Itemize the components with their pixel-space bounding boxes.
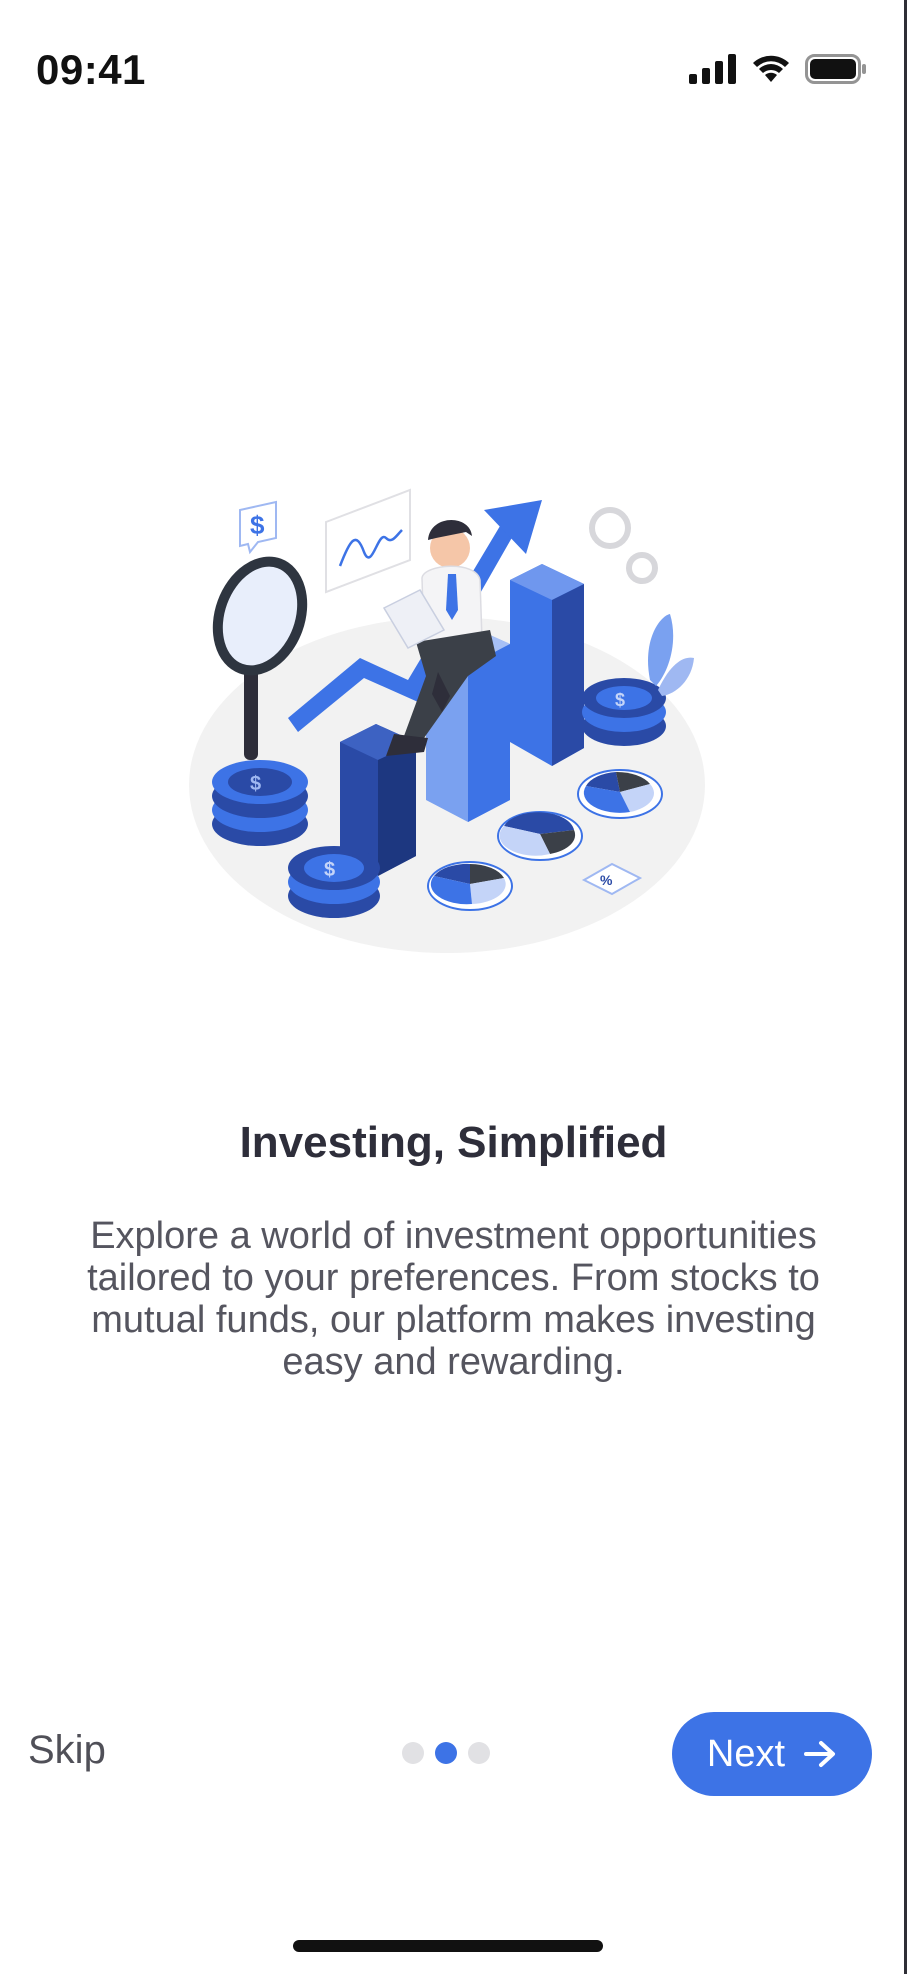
wifi-icon <box>753 55 789 82</box>
bar-tall <box>510 564 584 766</box>
status-icons <box>689 52 867 86</box>
pie-chart-2 <box>497 811 583 861</box>
svg-text:$: $ <box>615 690 625 710</box>
arrow-right-icon <box>804 1741 836 1767</box>
page-dot-3[interactable] <box>468 1742 490 1764</box>
coin-stack-right: $ <box>582 678 666 746</box>
svg-text:$: $ <box>324 859 335 881</box>
onboarding-title: Investing, Simplified <box>239 1118 668 1167</box>
gears-icon <box>589 507 658 584</box>
investing-illustration: $ $ $ $ % <box>189 488 705 953</box>
svg-text:%: % <box>600 872 613 888</box>
signal-icon <box>689 54 736 84</box>
pie-chart-3 <box>577 769 663 819</box>
dollar-card-icon: $ <box>239 500 277 555</box>
next-button[interactable]: Next <box>672 1712 872 1796</box>
svg-text:$: $ <box>250 773 261 795</box>
onboarding-description: Explore a world of investment opportunit… <box>87 1215 820 1383</box>
coin-stack-left: $ <box>212 760 308 846</box>
status-bar: 09:41 <box>0 0 907 140</box>
page-indicator <box>402 1742 490 1764</box>
page-dot-1[interactable] <box>402 1742 424 1764</box>
status-time: 09:41 <box>36 46 146 93</box>
page-dot-2-active[interactable] <box>435 1742 457 1764</box>
svg-text:$: $ <box>250 510 265 540</box>
line-chart-card <box>325 488 411 594</box>
battery-icon <box>805 54 866 84</box>
skip-button[interactable]: Skip <box>28 1728 106 1773</box>
coin-stack-front: $ <box>288 846 380 918</box>
pie-chart-1 <box>427 861 513 911</box>
plant-leaf <box>648 614 694 696</box>
home-indicator[interactable] <box>293 1940 603 1952</box>
next-button-label: Next <box>706 1732 786 1775</box>
